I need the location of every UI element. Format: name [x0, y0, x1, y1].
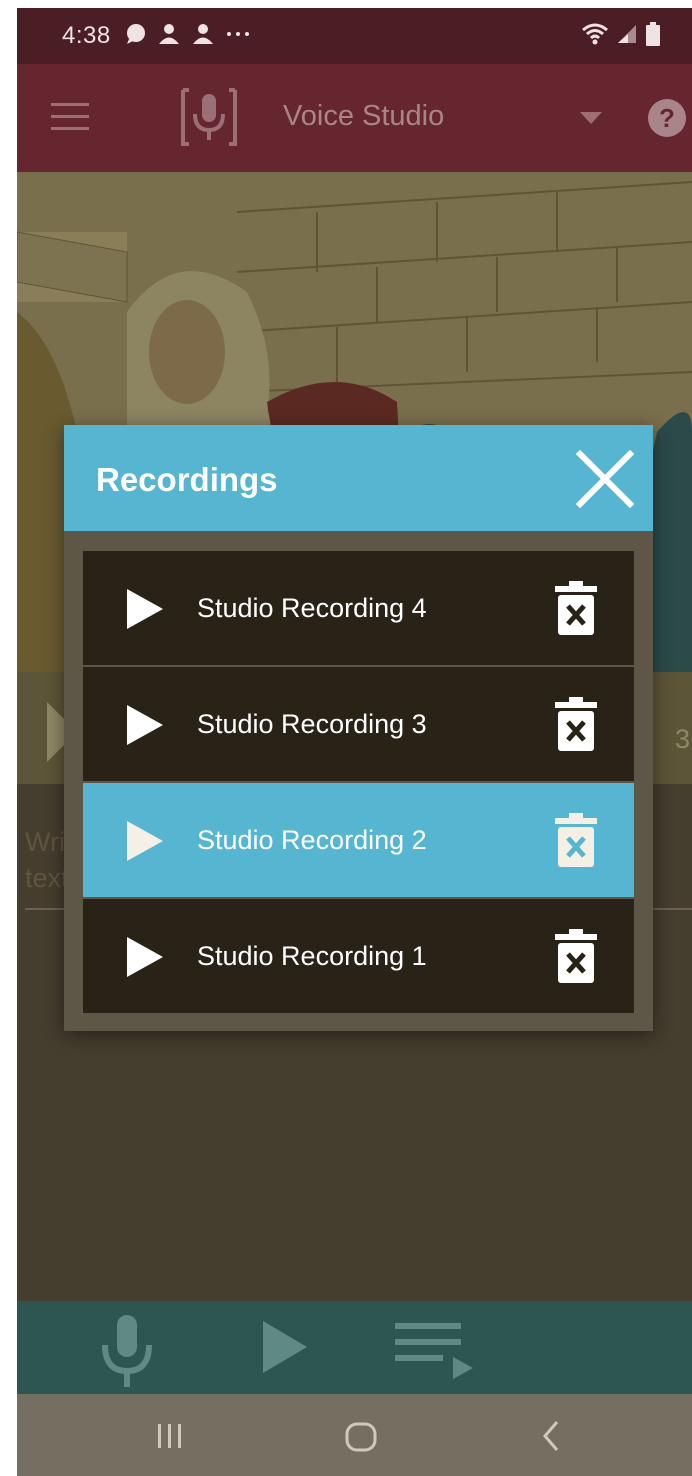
dialog-title: Recordings — [96, 461, 278, 498]
recordings-list: Studio Recording 4 Studio Recording 3 St… — [83, 551, 634, 1015]
app-title[interactable]: Voice Studio — [283, 100, 444, 133]
menu-icon[interactable] — [51, 102, 89, 132]
status-bar: 4:38 — [17, 8, 692, 64]
delete-recording-icon[interactable] — [555, 929, 597, 983]
microphone-icon[interactable] — [99, 1315, 155, 1387]
chat-bubble-icon — [127, 24, 145, 44]
dropdown-icon[interactable] — [580, 112, 602, 126]
status-notification-icons — [125, 23, 251, 45]
recording-label: Studio Recording 2 — [197, 825, 427, 855]
play-recording-icon[interactable] — [127, 705, 163, 745]
recording-label: Studio Recording 1 — [197, 941, 427, 971]
play-recording-icon[interactable] — [127, 589, 163, 629]
recording-row[interactable]: Studio Recording 1 — [83, 899, 634, 1013]
text-field-placeholder: Write text — [25, 827, 65, 893]
battery-icon — [646, 22, 660, 46]
play-recording-icon[interactable] — [127, 821, 163, 861]
play-recording-icon[interactable] — [127, 937, 163, 977]
recents-icon[interactable] — [156, 1422, 184, 1450]
status-time: 4:38 — [62, 22, 111, 49]
phone-screen: 4:38 Voice Studio ? 3 Wri text Recording… — [17, 8, 692, 1476]
delete-recording-icon[interactable] — [555, 813, 597, 867]
dialog-header: Recordings — [64, 425, 653, 531]
svg-text:?: ? — [659, 103, 675, 133]
playlist-play-icon[interactable] — [395, 1323, 473, 1379]
wifi-icon — [582, 23, 608, 45]
play-icon[interactable] — [263, 1321, 307, 1373]
app-bar: Voice Studio ? — [17, 64, 692, 172]
person-icon — [159, 24, 179, 44]
delete-recording-icon[interactable] — [555, 697, 597, 751]
recording-row[interactable]: Studio Recording 3 — [83, 667, 634, 781]
close-icon[interactable] — [576, 450, 634, 508]
recording-label: Studio Recording 4 — [197, 593, 427, 623]
signal-icon — [618, 25, 636, 43]
status-system-icons — [582, 22, 660, 46]
delete-recording-icon[interactable] — [555, 581, 597, 635]
help-icon[interactable]: ? — [647, 98, 687, 138]
system-nav-bar — [17, 1394, 692, 1476]
bottom-toolbar — [17, 1301, 692, 1394]
more-dots-icon — [227, 32, 249, 36]
recording-row[interactable]: Studio Recording 4 — [83, 551, 634, 665]
recordings-dialog: Recordings Studio Recording 4 Studio Rec… — [64, 425, 653, 1031]
person-icon — [193, 24, 213, 44]
back-icon[interactable] — [541, 1420, 561, 1452]
recording-row-selected[interactable]: Studio Recording 2 — [83, 783, 634, 897]
microphone-logo-icon — [181, 88, 237, 146]
recording-label: Studio Recording 3 — [197, 709, 427, 739]
home-icon[interactable] — [345, 1422, 377, 1452]
slide-count: 3 — [674, 724, 690, 754]
